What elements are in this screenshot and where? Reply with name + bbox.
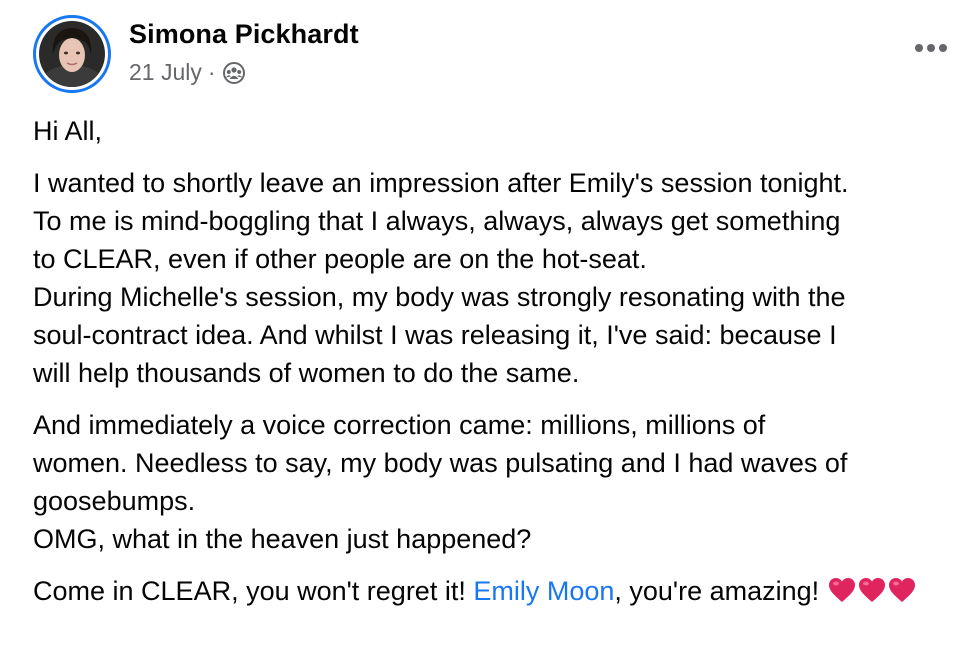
closing-text-before: Come in CLEAR, you won't regret it! <box>33 576 474 606</box>
paragraph-line: to CLEAR, even if other people are on th… <box>33 244 647 274</box>
paragraph-line: And immediately a voice correction came:… <box>33 410 766 440</box>
avatar-photo <box>39 21 105 87</box>
paragraph-line: To me is mind-boggling that I always, al… <box>33 206 841 236</box>
paragraph-line: During Michelle's session, my body was s… <box>33 282 846 312</box>
heart-emoji-icon <box>827 575 857 605</box>
post-meta: 21 July · <box>129 59 246 86</box>
paragraph-line: OMG, what in the heaven just happened? <box>33 524 532 554</box>
post-body: Hi All, I wanted to shortly leave an impr… <box>33 112 968 624</box>
group-audience-icon[interactable] <box>222 61 246 85</box>
paragraph-line: goosebumps. <box>33 486 196 516</box>
post-card: Simona Pickhardt 21 July · Hi All, I wan… <box>0 0 970 672</box>
paragraph-line: will help thousands of women to do the s… <box>33 358 580 388</box>
paragraph-line: women. Needless to say, my body was puls… <box>33 448 848 478</box>
post-paragraphs: Hi All, I wanted to shortly leave an impr… <box>33 112 968 558</box>
heart-emojis <box>827 576 917 606</box>
post-paragraph: And immediately a voice correction came:… <box>33 406 968 558</box>
avatar[interactable] <box>33 15 111 93</box>
meta-separator: · <box>207 59 216 85</box>
paragraph-line: I wanted to shortly leave an impression … <box>33 168 849 198</box>
more-options-icon <box>913 40 949 58</box>
post-paragraph: I wanted to shortly leave an impression … <box>33 164 968 392</box>
heart-emoji-icon <box>887 575 917 605</box>
heart-emoji-icon <box>857 575 887 605</box>
paragraph-line: Hi All, <box>33 116 103 146</box>
author-name[interactable]: Simona Pickhardt <box>129 19 359 50</box>
mention-link[interactable]: Emily Moon <box>473 576 614 606</box>
more-options-button[interactable] <box>911 37 951 61</box>
post-paragraph: Hi All, <box>33 112 968 150</box>
post-date[interactable]: 21 July <box>129 59 202 86</box>
paragraph-line: soul-contract idea. And whilst I was rel… <box>33 320 837 350</box>
closing-text-after: , you're amazing! <box>614 576 827 606</box>
post-header: Simona Pickhardt 21 July · <box>33 15 953 95</box>
closing-paragraph: Come in CLEAR, you won't regret it! Emil… <box>33 572 968 610</box>
